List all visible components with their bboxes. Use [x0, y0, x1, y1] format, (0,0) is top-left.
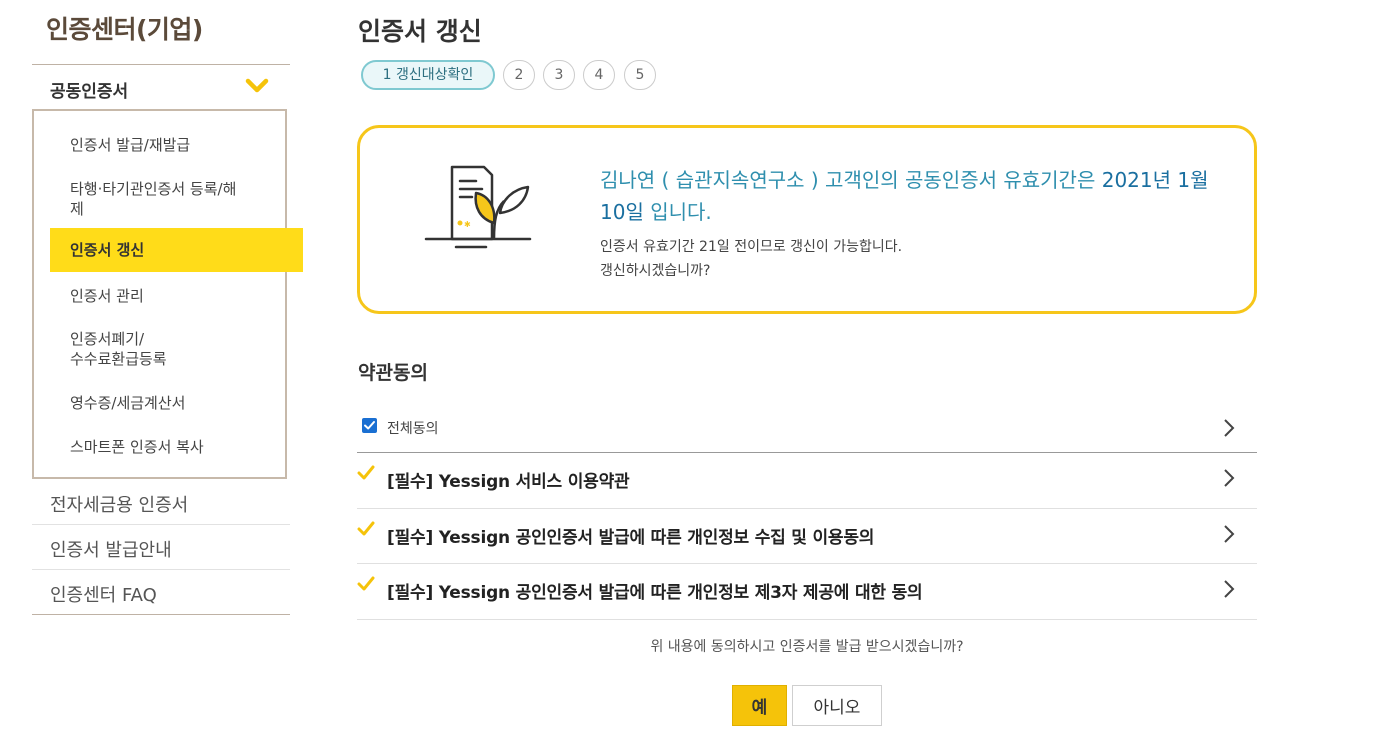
info-message-mid: 고객인의 공동인증서 유효기간은: [825, 168, 1096, 192]
certificate-plant-icon: ✱: [424, 165, 532, 249]
check-mark-icon: [357, 576, 375, 591]
renewal-info-box: ✱ 김나연 ( 습관지속연구소 ) 고객인의 공동인증서 유효기간은 2021년…: [357, 125, 1257, 314]
agree-all-row[interactable]: 전체동의: [357, 410, 1257, 453]
sidebar-item-register[interactable]: 타행·타기관인증서 등록/해 제: [70, 179, 275, 219]
check-mark-icon: [357, 465, 375, 480]
sidebar-item-issue[interactable]: 인증서 발급/재발급: [70, 135, 190, 155]
term-row-privacy-collect[interactable]: [필수] Yessign 공인인증서 발급에 따른 개인정보 수집 및 이용동의: [357, 509, 1257, 564]
sidebar-item-receipt[interactable]: 영수증/세금계산서: [70, 393, 185, 413]
sidebar-submenu: 인증서 발급/재발급 타행·타기관인증서 등록/해 제 인증서 갱신 인증서 관…: [32, 109, 303, 479]
term-label-service: [필수] Yessign 서비스 이용약관: [387, 472, 630, 492]
term-row-service[interactable]: [필수] Yessign 서비스 이용약관: [357, 453, 1257, 509]
chevron-right-icon[interactable]: [1223, 418, 1235, 438]
step-2: 2: [503, 60, 535, 90]
term-row-third-party[interactable]: [필수] Yessign 공인인증서 발급에 따른 개인정보 제3자 제공에 대…: [357, 564, 1257, 620]
chevron-down-icon[interactable]: [244, 75, 270, 97]
sidebar-item-etax[interactable]: 전자세금용 인증서: [32, 480, 290, 525]
chevron-right-icon[interactable]: [1223, 579, 1235, 599]
agree-all-label: 전체동의: [387, 421, 439, 437]
info-sub-line-1: 인증서 유효기간 21일 전이므로 갱신이 가능합니다.: [600, 239, 903, 255]
chevron-right-icon[interactable]: [1223, 468, 1235, 488]
renewal-info-sub: 인증서 유효기간 21일 전이므로 갱신이 가능합니다. 갱신하시겠습니까?: [600, 235, 902, 283]
sidebar-title: 인증센터(기업): [46, 15, 203, 44]
step-3: 3: [543, 60, 575, 90]
step-1-current: 1 갱신대상확인: [361, 60, 495, 90]
confirm-question: 위 내용에 동의하시고 인증서를 발급 받으시겠습니까?: [650, 639, 964, 655]
info-sub-line-2: 갱신하시겠습니까?: [600, 263, 711, 279]
sidebar-item-manage[interactable]: 인증서 관리: [70, 286, 144, 306]
check-mark-icon: [357, 521, 375, 536]
page-title: 인증서 갱신: [358, 17, 482, 46]
terms-title: 약관동의: [358, 362, 428, 384]
chevron-right-icon[interactable]: [1223, 524, 1235, 544]
step-4: 4: [583, 60, 615, 90]
agree-all-checkbox[interactable]: [362, 418, 377, 433]
sidebar-section-header[interactable]: 공동인증서: [32, 65, 290, 109]
yes-button[interactable]: 예: [732, 685, 787, 726]
step-5: 5: [624, 60, 656, 90]
term-label-third-party: [필수] Yessign 공인인증서 발급에 따른 개인정보 제3자 제공에 대…: [387, 583, 923, 603]
sidebar-item-revoke[interactable]: 인증서폐기/ 수수료환급등록: [70, 329, 167, 369]
svg-text:✱: ✱: [464, 220, 471, 229]
term-label-privacy-collect: [필수] Yessign 공인인증서 발급에 따른 개인정보 수집 및 이용동의: [387, 528, 875, 548]
sidebar-item-smartphone-copy[interactable]: 스마트폰 인증서 복사: [70, 437, 204, 457]
info-message-end: 입니다.: [650, 200, 712, 224]
customer-name: 김나연 ( 습관지속연구소 ): [600, 168, 819, 192]
sidebar-item-guide[interactable]: 인증서 발급안내: [32, 525, 290, 570]
renewal-info-message: 김나연 ( 습관지속연구소 ) 고객인의 공동인증서 유효기간은 2021년 1…: [600, 164, 1240, 228]
sidebar-section-label: 공동인증서: [50, 82, 129, 102]
check-icon: [364, 421, 375, 430]
no-button[interactable]: 아니오: [792, 685, 882, 726]
sidebar-item-renew[interactable]: 인증서 갱신: [50, 228, 303, 272]
sidebar-item-faq[interactable]: 인증센터 FAQ: [32, 570, 290, 615]
